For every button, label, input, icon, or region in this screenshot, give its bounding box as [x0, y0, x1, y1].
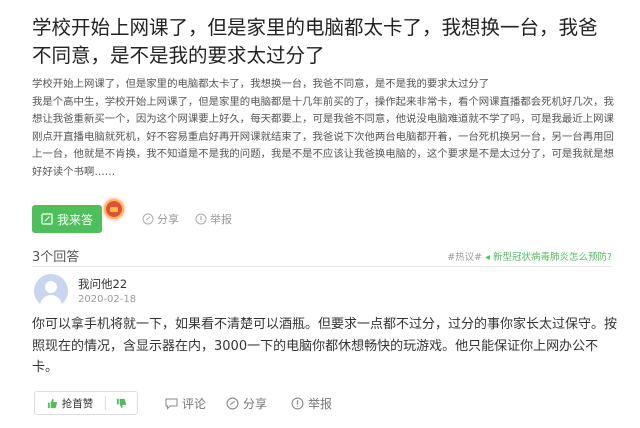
question-body: 学校开始上网课了，但是家里的电脑都太卡了，我想换一台，我爸不同意，是不是我的要求…	[32, 76, 620, 182]
question-actions: 我来答 分享 举报	[32, 199, 612, 235]
share-label: 分享	[157, 213, 179, 226]
divider	[32, 266, 612, 267]
answer-share-button[interactable]: 分享	[226, 395, 267, 412]
avatar-icon[interactable]	[34, 274, 68, 308]
question-title: 学校开始上网课了，但是家里的电脑都太卡了，我想换一台，我爸不同意，是不是我的要求…	[32, 16, 598, 67]
answer-date: 2020-02-18	[78, 294, 137, 305]
vote-box: 抢首赞	[34, 391, 138, 415]
edit-icon	[41, 213, 53, 225]
share-icon	[226, 397, 239, 410]
answer-share-label: 分享	[243, 397, 268, 411]
question-summary: 学校开始上网课了，但是家里的电脑都太卡了，我想换一台，我爸不同意，是不是我的要求…	[32, 78, 490, 90]
report-label: 举报	[210, 213, 232, 226]
answer-actions: 抢首赞 评论 分享 举报	[32, 391, 612, 417]
hot-topic[interactable]: #热议# ◂ 新型冠状病毒肺炎怎么预防?	[447, 249, 612, 263]
report-button[interactable]: 举报	[195, 211, 232, 227]
upvote-button[interactable]: 抢首赞	[35, 392, 105, 414]
answer-report-label: 举报	[308, 397, 333, 411]
question-detail: 我是个高中生，学校开始上网课了，但是家里的电脑都是十几年前买的了，操作起来非常卡…	[32, 95, 614, 178]
thumb-up-icon	[47, 398, 58, 409]
sound-icon: ◂	[485, 252, 490, 263]
report-icon	[195, 213, 207, 225]
share-icon	[142, 213, 154, 225]
answer-text: 你可以拿手机将就一下，如果看不清楚可以酒瓶。但要求一点都不过分，过分的事你家长太…	[32, 317, 618, 375]
user-name[interactable]: 我问他22	[78, 276, 127, 292]
hot-topic-link[interactable]: 新型冠状病毒肺炎怎么预防?	[493, 252, 612, 263]
answers-header: 3个回答 #热议# ◂ 新型冠状病毒肺炎怎么预防?	[32, 246, 612, 265]
answer-button-label: 我来答	[56, 212, 93, 227]
hot-topic-prefix: #热议#	[447, 252, 483, 263]
share-button[interactable]: 分享	[142, 211, 179, 227]
downvote-button[interactable]	[106, 392, 137, 414]
comment-button[interactable]: 评论	[165, 395, 206, 412]
answer-report-button[interactable]: 举报	[291, 395, 332, 412]
upvote-label: 抢首赞	[61, 397, 94, 410]
report-icon	[291, 397, 304, 410]
answer-count: 3个回答	[32, 250, 80, 265]
comment-label: 评论	[182, 397, 207, 411]
thumb-down-icon	[116, 398, 127, 409]
answer-button[interactable]: 我来答	[32, 205, 102, 233]
redpacket-icon[interactable]	[104, 199, 124, 219]
comment-icon	[165, 398, 178, 410]
